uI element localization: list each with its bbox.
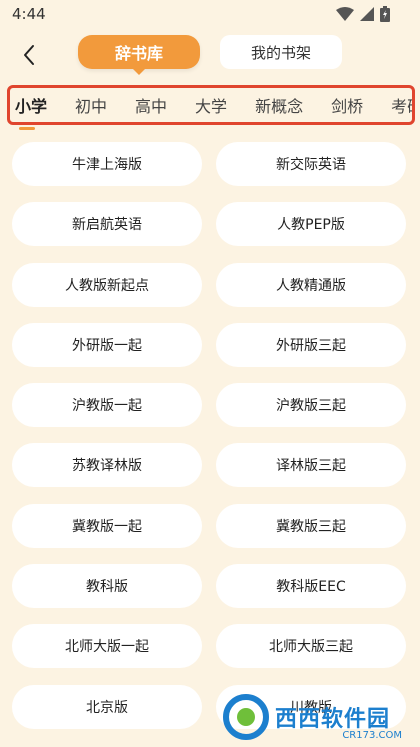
category-tab-new-concept[interactable]: 新概念 xyxy=(250,93,308,117)
list-row: 外研版一起 外研版三起 xyxy=(0,321,420,381)
textbook-button[interactable]: 教科版 xyxy=(12,564,202,609)
chevron-left-icon xyxy=(24,45,34,65)
textbook-button[interactable]: 北师大版三起 xyxy=(216,624,406,669)
category-tab-cambridge[interactable]: 剑桥 xyxy=(326,93,368,117)
textbook-button[interactable]: 新交际英语 xyxy=(216,142,406,186)
textbook-button[interactable]: 外研版三起 xyxy=(216,322,406,367)
category-tabs: 小学 初中 高中 大学 新概念 剑桥 考研 xyxy=(7,85,415,125)
watermark-logo-icon xyxy=(223,694,269,740)
category-tab-postgraduate[interactable]: 考研 xyxy=(386,93,412,117)
active-tab-indicator xyxy=(19,127,35,130)
status-bar: 4:44 xyxy=(0,0,420,30)
signal-icon xyxy=(360,7,374,21)
textbook-button[interactable]: 新启航英语 xyxy=(12,202,202,247)
list-row: 苏教译林版 译林版三起 xyxy=(0,441,420,501)
battery-icon xyxy=(380,6,390,22)
textbook-button[interactable]: 沪教版一起 xyxy=(12,383,202,428)
textbook-button[interactable]: 沪教版三起 xyxy=(216,383,406,428)
textbook-button[interactable]: 教科版EEC xyxy=(216,564,406,609)
category-tab-senior-high[interactable]: 高中 xyxy=(130,93,172,117)
textbook-list: 牛津上海版 新交际英语 新启航英语 人教PEP版 人教版新起点 人教精通版 外研… xyxy=(0,140,420,743)
textbook-button[interactable]: 人教精通版 xyxy=(216,262,406,307)
tab-my-bookshelf[interactable]: 我的书架 xyxy=(220,35,342,69)
list-row: 人教版新起点 人教精通版 xyxy=(0,261,420,321)
back-button[interactable] xyxy=(14,40,44,70)
textbook-button[interactable]: 北京版 xyxy=(12,684,202,729)
textbook-button[interactable]: 冀教版三起 xyxy=(216,503,406,548)
list-row: 沪教版一起 沪教版三起 xyxy=(0,381,420,441)
textbook-button[interactable]: 苏教译林版 xyxy=(12,443,202,488)
category-tab-junior-high[interactable]: 初中 xyxy=(70,93,112,117)
tab-dictionary-library[interactable]: 辞书库 xyxy=(78,35,200,69)
textbook-button[interactable]: 北师大版一起 xyxy=(12,624,202,669)
list-row: 教科版 教科版EEC xyxy=(0,562,420,622)
list-row: 北师大版一起 北师大版三起 xyxy=(0,622,420,682)
list-row: 新启航英语 人教PEP版 xyxy=(0,200,420,260)
category-tab-university[interactable]: 大学 xyxy=(190,93,232,117)
textbook-button[interactable]: 外研版一起 xyxy=(12,322,202,367)
textbook-button[interactable]: 牛津上海版 xyxy=(12,142,202,186)
watermark: 西西软件园 CR173.COM xyxy=(215,687,420,747)
textbook-button[interactable]: 人教PEP版 xyxy=(216,202,406,247)
list-row: 冀教版一起 冀教版三起 xyxy=(0,502,420,562)
status-icons xyxy=(336,6,390,22)
textbook-button[interactable]: 译林版三起 xyxy=(216,443,406,488)
screen: 4:44 辞书库 我的书架 小学 初中 高中 大学 新概念 剑桥 考研 牛津上海… xyxy=(0,0,420,747)
list-row: 牛津上海版 新交际英语 xyxy=(0,140,420,200)
category-tab-primary[interactable]: 小学 xyxy=(10,93,52,117)
textbook-button[interactable]: 冀教版一起 xyxy=(12,503,202,548)
watermark-text: 西西软件园 xyxy=(275,707,391,732)
wifi-icon xyxy=(336,7,354,21)
status-time: 4:44 xyxy=(12,5,46,23)
watermark-url: CR173.COM xyxy=(342,730,402,741)
textbook-button[interactable]: 人教版新起点 xyxy=(12,262,202,307)
